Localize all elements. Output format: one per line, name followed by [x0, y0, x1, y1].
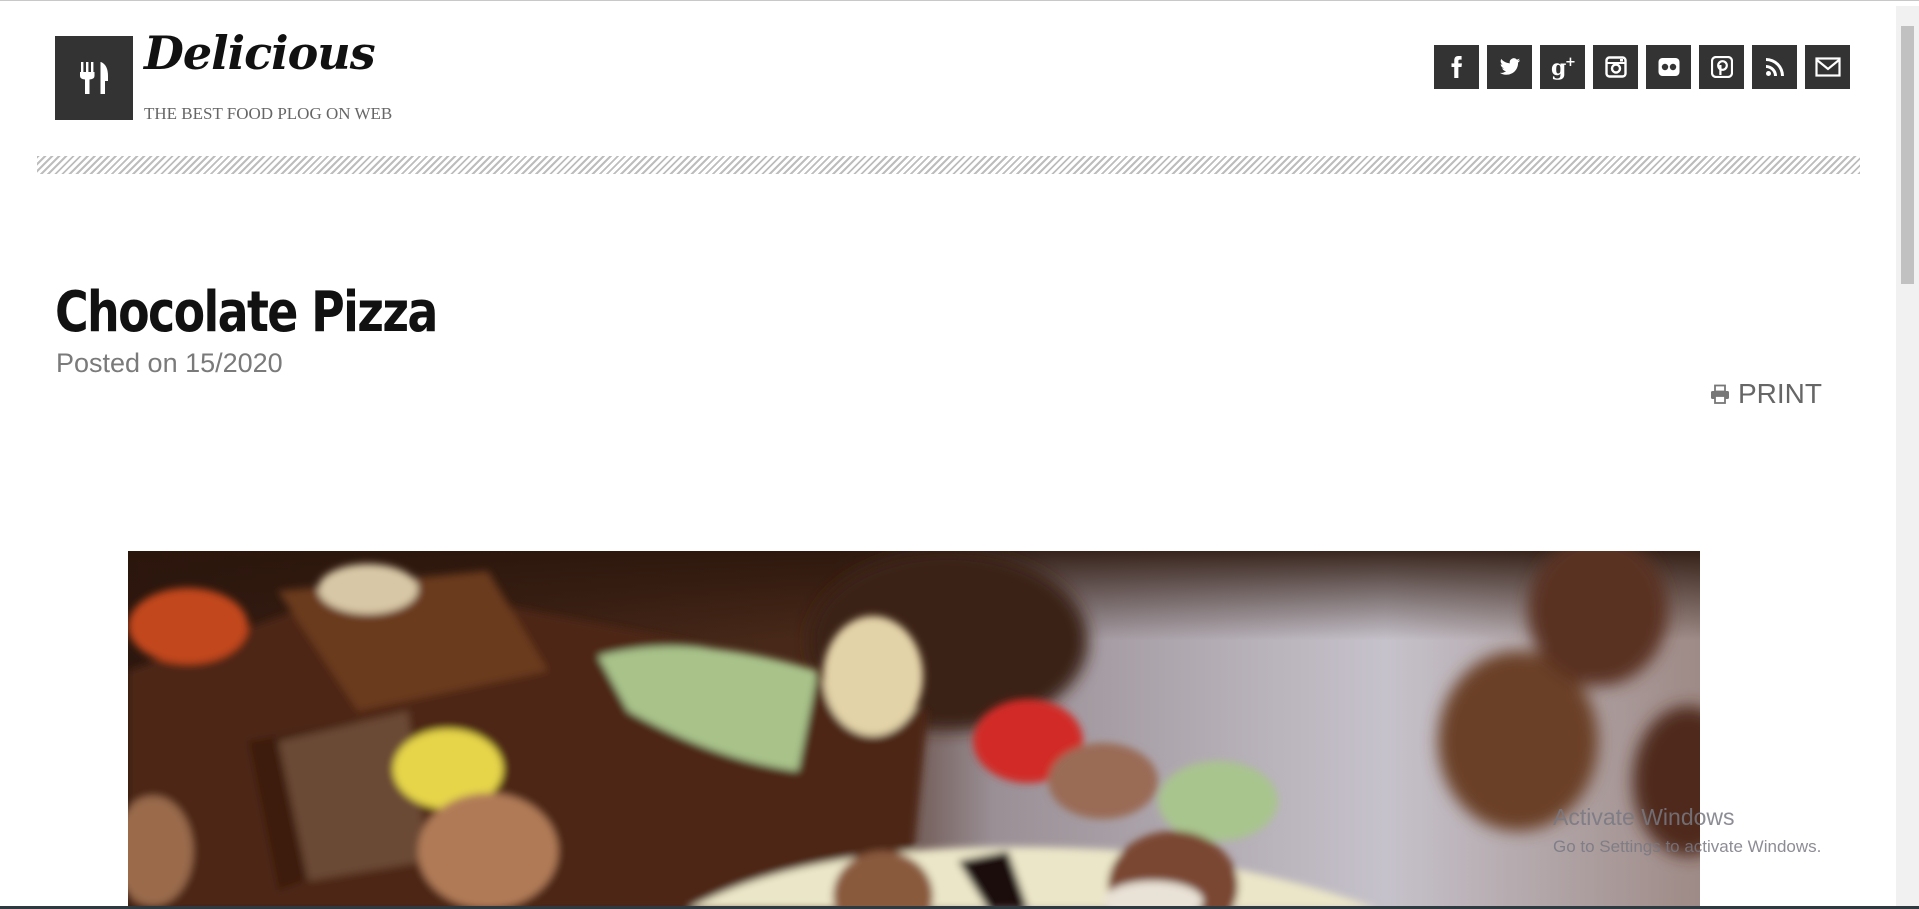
vertical-scrollbar[interactable]	[1896, 6, 1919, 909]
print-label: PRINT	[1738, 378, 1822, 409]
watermark-subtitle: Go to Settings to activate Windows.	[1553, 837, 1822, 856]
post-date: Posted on 15/2020	[56, 348, 283, 378]
print-button[interactable]: PRINT	[1710, 378, 1822, 410]
google-plus-button[interactable]: g +	[1540, 45, 1585, 89]
rss-button[interactable]	[1752, 45, 1797, 89]
email-button[interactable]	[1805, 45, 1850, 89]
mail-icon	[1814, 57, 1841, 77]
site-title[interactable]: Delicious	[144, 26, 376, 80]
scrollbar-thumb[interactable]	[1901, 26, 1914, 284]
flickr-icon	[1658, 58, 1679, 76]
printer-icon	[1711, 384, 1729, 404]
activate-windows-watermark: Activate Windows Go to Settings to activ…	[1553, 804, 1821, 857]
svg-text:+: +	[1565, 55, 1576, 70]
instagram-icon	[1604, 56, 1627, 78]
social-links: g +	[1434, 45, 1850, 89]
post-title: Chocolate Pizza	[55, 280, 438, 345]
watermark-title: Activate Windows	[1553, 804, 1735, 830]
twitter-icon	[1499, 58, 1520, 75]
flickr-button[interactable]	[1646, 45, 1691, 89]
pinterest-button[interactable]	[1699, 45, 1744, 89]
google-plus-icon: g +	[1551, 55, 1576, 80]
facebook-icon	[1451, 56, 1462, 78]
pinterest-icon	[1710, 56, 1733, 78]
post-hero-image	[128, 551, 1700, 909]
page: Delicious THE BEST FOOD PLOG ON WEB g +	[0, 0, 1896, 909]
header-divider	[37, 156, 1860, 174]
fork-knife-icon	[80, 62, 108, 94]
facebook-button[interactable]	[1434, 45, 1479, 89]
twitter-button[interactable]	[1487, 45, 1532, 89]
site-logo[interactable]	[55, 36, 133, 120]
instagram-button[interactable]	[1593, 45, 1638, 89]
site-tagline: THE BEST FOOD PLOG ON WEB	[144, 104, 393, 123]
rss-icon	[1765, 58, 1784, 76]
chocolate-pizza-photo	[128, 551, 1700, 909]
